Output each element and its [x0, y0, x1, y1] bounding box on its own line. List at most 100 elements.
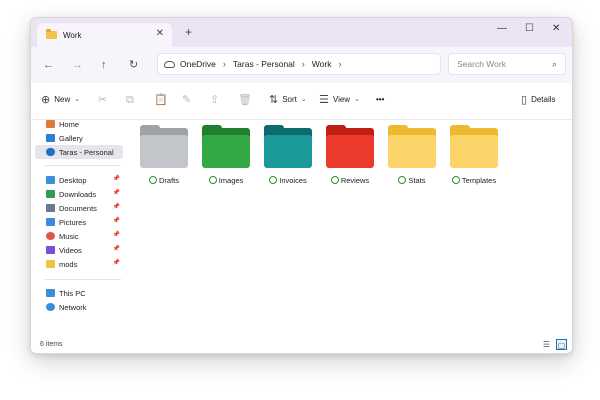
paste-button[interactable]: 📋 — [154, 94, 172, 106]
copy-button[interactable]: ⧉ — [126, 94, 138, 106]
sidebar-item-taras-personal[interactable]: Taras - Personal — [35, 145, 123, 159]
sidebar-item-network[interactable]: Network — [35, 300, 123, 314]
folder-reviews[interactable]: Reviews — [323, 125, 377, 188]
sort-label: Sort — [282, 95, 297, 104]
folder-stats[interactable]: Stats — [385, 125, 439, 188]
breadcrumb-separator[interactable]: › — [338, 59, 341, 69]
music-icon — [46, 232, 55, 240]
rename-button[interactable]: ✎ — [182, 94, 195, 106]
file-explorer-window: Work ✕ + — ☐ ✕ ← → ↑ ↻ OneDrive › Taras … — [30, 17, 573, 354]
close-button[interactable]: ✕ — [552, 23, 560, 35]
sidebar-item-desktop[interactable]: Desktop 📌 — [35, 173, 123, 187]
new-button[interactable]: ⊕ New ⌄ — [41, 94, 80, 106]
sidebar-item-pictures[interactable]: Pictures 📌 — [35, 215, 123, 229]
sidebar-item-this-pc[interactable]: This PC — [35, 286, 123, 300]
sidebar-item-home[interactable]: Home — [35, 117, 123, 131]
status-bar: 6 items ☰ ▢ — [31, 339, 572, 353]
sidebar-item-downloads[interactable]: Downloads 📌 — [35, 187, 123, 201]
refresh-button[interactable]: ↻ — [129, 59, 138, 71]
sidebar-item-videos[interactable]: Videos 📌 — [35, 243, 123, 257]
downloads-icon — [46, 190, 55, 198]
delete-button[interactable]: 🗑 — [238, 94, 256, 106]
sidebar-divider — [45, 165, 121, 166]
folder-invoices[interactable]: Invoices — [261, 125, 315, 188]
breadcrumb-separator[interactable]: › — [302, 59, 305, 69]
folder-label: Reviews — [315, 176, 385, 185]
more-options-button[interactable]: ••• — [376, 94, 384, 106]
view-label: View — [332, 95, 351, 104]
maximize-button[interactable]: ☐ — [525, 23, 534, 35]
sidebar-divider — [45, 279, 121, 280]
sort-icon: ⇅ — [269, 94, 279, 106]
share-button[interactable]: ⇪ — [210, 94, 223, 106]
breadcrumb-onedrive[interactable]: OneDrive — [180, 59, 216, 69]
synced-icon — [208, 176, 217, 184]
search-icon[interactable]: ⌕ — [552, 54, 557, 74]
tile-view-button[interactable]: ▢ — [556, 339, 567, 350]
folder-label: Drafts — [129, 176, 199, 185]
cut-button[interactable]: ✂ — [98, 94, 111, 106]
list-view-button[interactable]: ☰ — [541, 339, 552, 350]
folder-label: Templates — [439, 176, 509, 185]
folder-images[interactable]: Images — [199, 125, 253, 188]
sidebar-item-label: This PC — [59, 288, 86, 298]
sidebar-item-music[interactable]: Music 📌 — [35, 229, 123, 243]
new-label: New — [54, 95, 71, 104]
sidebar-item-label: Taras - Personal — [59, 147, 114, 157]
file-list: Drafts Images Invoices Reviews Stats Tem… — [135, 119, 572, 339]
address-bar[interactable]: OneDrive › Taras - Personal › Work › — [157, 53, 441, 75]
pin-icon[interactable]: 📌 — [113, 203, 120, 210]
new-icon: ⊕ — [41, 94, 51, 106]
up-button[interactable]: ↑ — [101, 59, 107, 71]
sidebar-item-label: Music — [59, 231, 79, 241]
pin-icon[interactable]: 📌 — [113, 245, 120, 252]
sidebar-item-label: Home — [59, 119, 80, 129]
pin-icon[interactable]: 📌 — [113, 189, 120, 196]
sidebar-item-label: Videos — [59, 245, 82, 255]
pin-icon[interactable]: 📌 — [113, 231, 120, 238]
back-button[interactable]: ← — [43, 59, 54, 71]
sort-button[interactable]: ⇅ Sort ⌄ — [269, 94, 307, 106]
pin-icon[interactable]: 📌 — [113, 217, 120, 224]
home-icon — [46, 120, 55, 128]
sidebar-item-label: Desktop — [59, 175, 87, 185]
copy-icon: ⧉ — [126, 94, 134, 106]
sidebar-item-label: Pictures — [59, 217, 87, 227]
sidebar-item-mods[interactable]: mods 📌 — [35, 257, 123, 271]
onedrive-icon — [46, 148, 55, 156]
pin-icon[interactable]: 📌 — [113, 175, 120, 182]
search-input[interactable]: Search Work — [457, 59, 506, 69]
sidebar-item-documents[interactable]: Documents 📌 — [35, 201, 123, 215]
gallery-icon — [46, 134, 55, 142]
paste-icon: 📋 — [154, 94, 168, 106]
tab-work[interactable]: Work ✕ — [37, 23, 172, 47]
tab-close-button[interactable]: ✕ — [156, 28, 164, 40]
search-box[interactable]: Search Work ⌕ — [448, 53, 566, 75]
pin-icon[interactable]: 📌 — [113, 259, 120, 266]
videos-icon — [46, 246, 55, 254]
forward-button[interactable]: → — [72, 59, 83, 71]
breadcrumb-work[interactable]: Work — [312, 59, 332, 69]
navigation-pane: Home Gallery Taras - Personal Desktop 📌 … — [31, 119, 127, 339]
folder-drafts[interactable]: Drafts — [137, 125, 191, 188]
breadcrumb-taras-personal[interactable]: Taras - Personal — [233, 59, 295, 69]
synced-icon — [148, 176, 157, 184]
command-bar: ⊕ New ⌄ ✂ ⧉ 📋 ✎ ⇪ 🗑 ⇅ Sort ⌄ ☰ View ⌄ ••… — [31, 83, 572, 120]
breadcrumb-separator[interactable]: › — [223, 59, 226, 69]
minimize-button[interactable]: — — [497, 23, 507, 35]
tab-title: Work — [63, 30, 82, 40]
folder-icon — [46, 29, 57, 39]
new-tab-button[interactable]: + — [185, 26, 192, 38]
details-button[interactable]: ▯ Details — [521, 94, 556, 106]
item-count: 6 items — [40, 341, 63, 348]
sidebar-item-gallery[interactable]: Gallery — [35, 131, 123, 145]
sidebar-item-label: mods — [59, 259, 78, 269]
chevron-down-icon: ⌄ — [300, 96, 307, 103]
details-label: Details — [531, 95, 556, 104]
folder-templates[interactable]: Templates — [447, 125, 501, 188]
view-button[interactable]: ☰ View ⌄ — [319, 94, 360, 106]
desktop-icon — [46, 176, 55, 184]
rename-icon: ✎ — [182, 94, 192, 106]
chevron-down-icon: ⌄ — [354, 96, 360, 103]
synced-icon — [330, 176, 339, 184]
